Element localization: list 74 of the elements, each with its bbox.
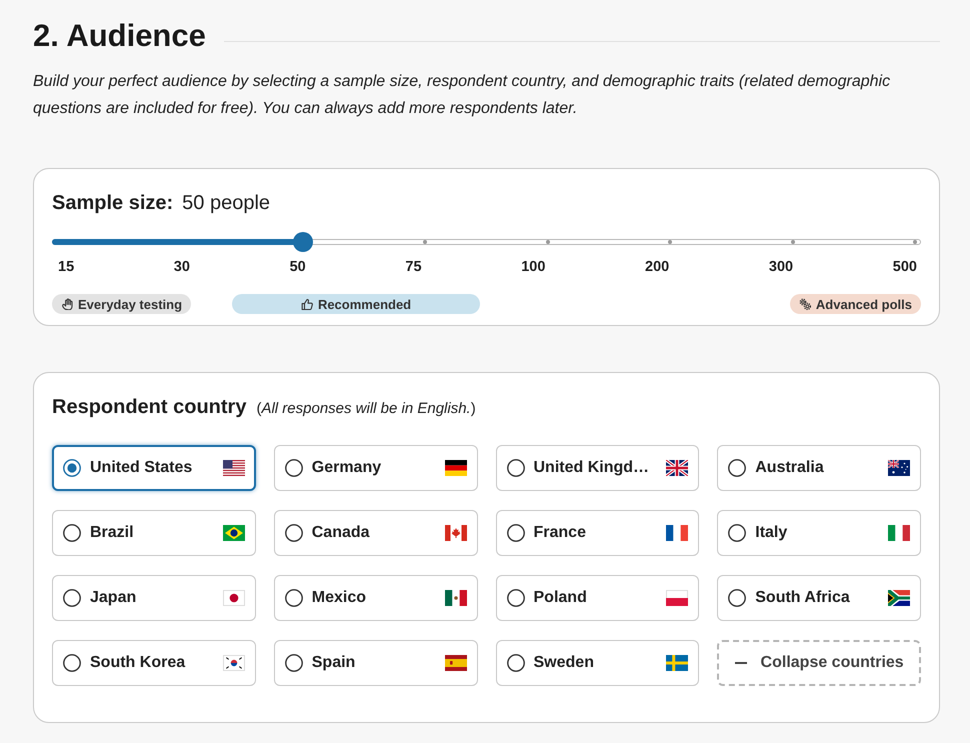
radio-icon (728, 589, 746, 607)
sample-size-value: 50 people (182, 191, 270, 216)
flag-icon (888, 590, 910, 606)
radio-icon (506, 589, 524, 607)
minus-icon (734, 662, 747, 664)
tick-label: 50 (290, 258, 306, 277)
country-option[interactable]: Brazil (52, 510, 256, 556)
country-option[interactable]: United States (52, 445, 256, 491)
flag-icon (444, 590, 466, 606)
country-option[interactable]: Japan (52, 575, 256, 621)
slider-track[interactable] (52, 231, 921, 253)
radio-icon (284, 589, 303, 607)
flag-icon (888, 525, 910, 541)
tick-label: 75 (405, 258, 422, 277)
country-option[interactable]: Australia (717, 445, 921, 491)
radio-icon (63, 459, 81, 477)
country-option[interactable]: Spain (274, 640, 478, 686)
radio-icon (728, 459, 746, 477)
flag-icon (444, 655, 466, 671)
tick-mark (546, 240, 550, 244)
country-option[interactable]: France (496, 510, 700, 556)
flag-icon (444, 525, 466, 541)
hand-icon (61, 298, 73, 310)
tick-label: 300 (768, 258, 794, 277)
tick-label: 200 (645, 258, 670, 277)
radio-icon (728, 524, 746, 542)
country-option[interactable]: Italy (717, 510, 921, 556)
slider-thumb[interactable] (292, 232, 313, 252)
respondent-country-title: Respondent country (52, 395, 246, 420)
flag-icon (222, 525, 245, 541)
tick-label: 100 (521, 258, 546, 277)
radio-icon (284, 524, 303, 542)
tick-mark (790, 240, 795, 244)
thumbs-up-icon (300, 298, 313, 310)
radio-icon (506, 524, 524, 542)
language-note: (All responses will be in English.) (256, 399, 476, 419)
flag-icon (666, 525, 688, 541)
sample-size-label: Sample size: (52, 191, 174, 216)
flag-icon (444, 460, 466, 476)
radio-icon (284, 654, 303, 672)
country-option[interactable]: Sweden (496, 640, 700, 686)
country-option[interactable]: Germany (274, 445, 478, 491)
tier-tag-label: Advanced polls (816, 296, 912, 312)
tick-mark (423, 240, 428, 244)
radio-icon (284, 459, 303, 477)
flag-icon (666, 590, 688, 606)
flag-icon (666, 460, 688, 476)
radio-icon (63, 654, 81, 672)
flag-icon (222, 460, 245, 476)
tier-tag-label: Everyday testing (78, 296, 182, 312)
tick-label: 15 (58, 258, 74, 277)
section-title: 2. Audience (33, 17, 206, 55)
country-option[interactable]: Canada (274, 510, 478, 556)
tick-label: 500 (892, 258, 917, 277)
flag-icon (222, 655, 245, 671)
tick-mark (913, 240, 917, 244)
country-option[interactable]: Mexico (274, 575, 478, 621)
radio-icon (506, 654, 524, 672)
tick-mark (668, 240, 672, 244)
flag-icon (888, 460, 910, 476)
collapse-button[interactable]: Collapse countries (717, 640, 921, 686)
tick-label: 30 (174, 258, 190, 277)
tier-tag-label: Recommended (318, 296, 412, 312)
flag-icon (222, 590, 245, 606)
radio-icon (506, 459, 524, 477)
gears-icon (798, 298, 811, 310)
flag-icon (666, 655, 688, 671)
country-option[interactable]: South Africa (717, 575, 921, 621)
country-option[interactable]: South Korea (52, 640, 256, 686)
country-option[interactable]: Poland (496, 575, 700, 621)
radio-icon (63, 589, 81, 607)
country-option[interactable]: United Kingd… (496, 445, 700, 491)
radio-icon (63, 524, 81, 542)
section-description: Build your perfect audience by selecting a sample size, respondent country, and demographic traits (related demographic questions are included for free). You can always add more respondents later. (33, 72, 892, 119)
